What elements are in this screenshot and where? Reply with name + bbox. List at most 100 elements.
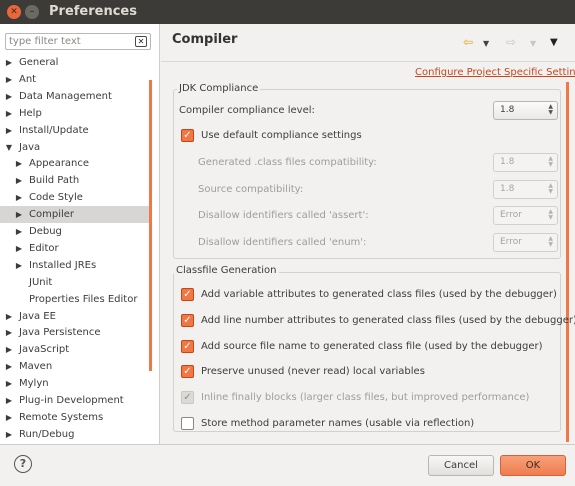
tree-item[interactable]: ▶ General — [0, 54, 150, 71]
filter-input[interactable] — [6, 34, 126, 49]
triangle-right-icon[interactable]: ▶ — [14, 155, 24, 172]
tree-item-label: Remote Systems — [19, 411, 104, 423]
ok-button[interactable]: OK — [500, 455, 566, 476]
tree-scrollbar[interactable] — [149, 80, 152, 371]
triangle-right-icon[interactable]: ▶ — [14, 223, 24, 240]
minimize-icon[interactable]: – — [25, 5, 39, 19]
disallow-assert-select[interactable]: Error ▲ ▼ — [493, 206, 558, 225]
back-arrow-icon[interactable]: ⇦ — [463, 36, 473, 48]
tree-item-label: General — [19, 57, 59, 68]
classfile-option-label: Inline finally blocks (larger class file… — [201, 392, 530, 404]
triangle-right-icon[interactable]: ▶ — [14, 206, 24, 223]
tree-item[interactable]: ▶ Data Management — [0, 88, 150, 105]
triangle-right-icon[interactable]: ▶ — [14, 257, 24, 274]
triangle-right-icon[interactable]: ▶ — [4, 71, 14, 88]
title-bar: ✕ – Preferences — [0, 0, 575, 24]
source-compat-label: Source compatibility: — [198, 184, 304, 195]
triangle-right-icon[interactable]: ▶ — [4, 426, 14, 443]
help-icon[interactable]: ? — [14, 455, 32, 473]
spinner-icon: ▲ ▼ — [548, 103, 553, 116]
triangle-right-icon[interactable]: ▶ — [14, 172, 24, 189]
tree-item[interactable]: ▶ Debug — [0, 223, 150, 240]
classfile-option-checkbox[interactable]: ✓ — [181, 339, 194, 353]
tree-item[interactable]: ▶ Run/Debug — [0, 426, 150, 443]
preference-tree-pane: ✕ ▶ General ▶ Ant ▶ Data Management ▶ Help ▶ Inst… — [0, 24, 160, 444]
tree-item-label: Appearance — [29, 158, 90, 170]
close-icon[interactable]: ✕ — [7, 5, 21, 19]
back-dropdown-icon[interactable]: ▼ — [483, 38, 489, 50]
disallow-enum-select[interactable]: Error ▲ ▼ — [493, 233, 558, 252]
triangle-right-icon[interactable]: ▶ — [4, 105, 14, 122]
tree-item-label: Build Path — [29, 175, 80, 187]
generated-class-compat-value: 1.8 — [500, 157, 515, 167]
tree-item-label: Run/Debug — [19, 428, 75, 440]
tree-item[interactable]: ▶ Installed JREs — [0, 257, 150, 274]
tree-item-label: JavaScript — [19, 344, 70, 356]
page-title: Compiler — [172, 32, 238, 47]
tree-item[interactable]: ▶ Ant — [0, 71, 150, 88]
cancel-button[interactable]: Cancel — [428, 455, 494, 476]
tree-item[interactable]: ▶ Install/Update — [0, 122, 150, 139]
tree-item[interactable]: ▶ Build Path — [0, 172, 150, 189]
triangle-right-icon[interactable]: ▶ — [4, 341, 14, 358]
triangle-right-icon[interactable]: ▶ — [4, 409, 14, 426]
tree-item[interactable]: ▶ Editor — [0, 240, 150, 257]
tree-item-label: JUnit — [29, 276, 53, 288]
tree-item[interactable]: Properties Files Editor — [0, 291, 150, 308]
use-default-compliance-checkbox[interactable]: ✓ — [181, 129, 194, 142]
generated-class-compat-select[interactable]: 1.8 ▲ ▼ — [493, 153, 558, 172]
classfile-option-checkbox[interactable]: ✓ — [181, 313, 194, 327]
window-title: Preferences — [49, 4, 137, 19]
classfile-option-checkbox[interactable]: ✓ — [181, 391, 194, 405]
tree-item-label: Installed JREs — [29, 259, 97, 271]
tree-item[interactable]: ▶ Compiler — [0, 206, 150, 224]
triangle-right-icon[interactable]: ▶ — [14, 240, 24, 257]
triangle-right-icon[interactable]: ▶ — [4, 122, 14, 139]
preference-page: Compiler ⇦ ▼ ⇨ ▼ ▼ Configure Project Spe… — [161, 24, 575, 444]
tree-item[interactable]: ▶ Appearance — [0, 155, 150, 172]
tree-item[interactable]: ▶ JavaScript — [0, 341, 150, 358]
tree-item[interactable]: ▶ Mylyn — [0, 375, 150, 392]
source-compat-select[interactable]: 1.8 ▲ ▼ — [493, 180, 558, 199]
tree-item-label: Plug-in Development — [19, 395, 124, 406]
filter-box: ✕ — [5, 33, 151, 50]
triangle-down-icon[interactable]: ▼ — [4, 139, 14, 156]
forward-dropdown-icon[interactable]: ▼ — [530, 38, 536, 50]
triangle-right-icon[interactable]: ▶ — [4, 358, 14, 375]
triangle-right-icon[interactable]: ▶ — [4, 375, 14, 392]
triangle-right-icon[interactable]: ▶ — [4, 88, 14, 105]
disallow-enum-value: Error — [500, 237, 522, 247]
triangle-right-icon[interactable]: ▶ — [4, 308, 14, 325]
compliance-level-value: 1.8 — [500, 105, 515, 115]
tree-item[interactable]: ▶ Code Style — [0, 189, 150, 206]
tree-item[interactable]: JUnit — [0, 274, 150, 291]
tree-item[interactable]: ▶ Help — [0, 105, 150, 122]
tree-item-label: Java Persistence — [19, 327, 101, 339]
jdk-compliance-label: JDK Compliance — [177, 83, 261, 94]
tree-item-label: Debug — [29, 226, 62, 237]
triangle-right-icon[interactable]: ▶ — [4, 324, 14, 341]
triangle-right-icon[interactable]: ▶ — [4, 392, 14, 409]
classfile-option-checkbox[interactable]: ✓ — [181, 365, 194, 379]
tree-item[interactable]: ▶ Maven — [0, 358, 150, 375]
generated-class-compat-label: Generated .class files compatibility: — [198, 157, 377, 168]
tree-item-label: Help — [19, 107, 42, 119]
tree-item[interactable]: ▶ Java EE — [0, 308, 150, 325]
tree-item[interactable]: ▼ Java — [0, 139, 150, 156]
tree-item[interactable]: ▶ Java Persistence — [0, 324, 150, 341]
classfile-option-label: Add line number attributes to generated … — [201, 314, 575, 326]
view-menu-icon[interactable]: ▼ — [550, 37, 558, 49]
classfile-option-checkbox[interactable] — [181, 417, 194, 430]
configure-project-settings-link[interactable]: Configure Project Specific Settings... — [415, 67, 575, 78]
triangle-right-icon[interactable]: ▶ — [4, 54, 14, 71]
forward-arrow-icon[interactable]: ⇨ — [506, 36, 516, 48]
triangle-right-icon[interactable]: ▶ — [14, 189, 24, 206]
tree-item[interactable]: ▶ Remote Systems — [0, 409, 150, 426]
tree-item[interactable]: ▶ Plug-in Development — [0, 392, 150, 409]
clear-filter-icon[interactable]: ✕ — [135, 36, 147, 47]
classfile-option-checkbox[interactable]: ✓ — [181, 288, 194, 301]
compliance-level-label: Compiler compliance level: — [179, 105, 315, 116]
tree-item-label: Code Style — [29, 192, 83, 204]
compliance-level-select[interactable]: 1.8 ▲ ▼ — [493, 101, 558, 120]
page-scrollbar[interactable] — [566, 82, 569, 442]
